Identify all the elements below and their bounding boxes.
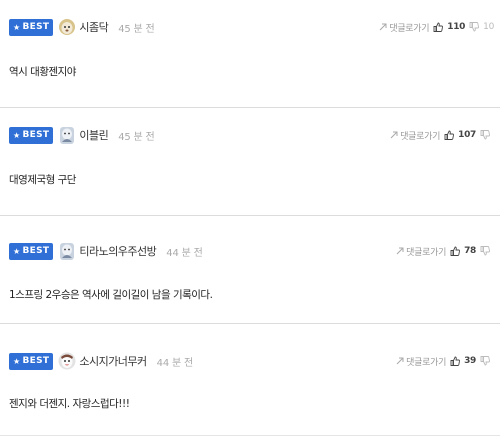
nickname[interactable]: 시좀닥 <box>79 19 108 35</box>
dislike-count: 10 <box>483 22 494 32</box>
comment-actions: 댓글로가기 78 <box>396 245 494 258</box>
best-badge-label: BEST <box>22 21 50 32</box>
like-count: 110 <box>447 22 466 32</box>
thumbs-up-icon[interactable] <box>450 246 461 256</box>
comment-actions: 댓글로가기 107 <box>390 129 494 142</box>
best-badge: ★ BEST <box>9 242 54 260</box>
thumbs-down-icon[interactable] <box>469 22 480 32</box>
thumbs-down-icon[interactable] <box>480 356 490 366</box>
star-icon: ★ <box>13 22 21 32</box>
thumbs-down-icon[interactable] <box>480 246 490 256</box>
best-badge-label: BEST <box>22 355 50 366</box>
reply-label: 댓글로가기 <box>406 247 447 258</box>
reply-label: 댓글로가기 <box>400 131 441 142</box>
timestamp: 44 분 전 <box>166 247 203 259</box>
comment-actions: 댓글로가기 39 <box>396 355 494 368</box>
timestamp: 44 분 전 <box>156 357 193 369</box>
reply-label: 댓글로가기 <box>406 357 447 368</box>
avatar[interactable] <box>57 351 77 371</box>
nickname[interactable]: 이블린 <box>79 127 108 143</box>
thumbs-up-icon[interactable] <box>444 130 455 140</box>
thumbs-up-icon[interactable] <box>450 356 461 366</box>
timestamp: 45 분 전 <box>118 131 155 143</box>
like-count: 107 <box>458 130 476 140</box>
comment-text: 역시 대황젠지야 <box>9 66 76 78</box>
star-icon: ★ <box>13 356 21 366</box>
reply-link[interactable]: 댓글로가기 <box>390 129 440 142</box>
reply-link[interactable]: 댓글로가기 <box>379 21 430 34</box>
comment-header: ★ BEST 이블린 45 분 전 댓글로가기 107 <box>9 124 494 146</box>
comment-text: 1스프링 2우승은 역사에 길이길이 남을 기록이다. <box>9 289 213 301</box>
comment-item: ★ BEST 티라노의우주선방 44 분 전 댓글로가기 78 1스프링 2우승은… <box>0 216 500 324</box>
comment-item: ★ BEST 이블린 45 분 전 댓글로가기 107 대영제국형 구단 <box>0 108 500 216</box>
best-comment-list: ★ BEST 시좀닥 45 분 전 댓글로가기 110 10 역시 대황젠지야 ★… <box>0 0 500 436</box>
star-icon: ★ <box>13 130 21 140</box>
avatar[interactable] <box>57 17 77 37</box>
best-badge: ★ BEST <box>9 352 54 370</box>
comment-text: 대영제국형 구단 <box>9 174 76 186</box>
comment-header: ★ BEST 시좀닥 45 분 전 댓글로가기 110 10 <box>9 16 494 38</box>
best-badge-label: BEST <box>22 129 50 140</box>
reply-label: 댓글로가기 <box>389 23 430 34</box>
like-count: 39 <box>464 356 476 366</box>
comment-item: ★ BEST 시좀닥 45 분 전 댓글로가기 110 10 역시 대황젠지야 <box>0 0 500 108</box>
avatar[interactable] <box>57 125 77 145</box>
thumbs-down-icon[interactable] <box>480 130 490 140</box>
comment-actions: 댓글로가기 110 10 <box>379 21 494 34</box>
timestamp: 45 분 전 <box>118 23 155 35</box>
best-badge: ★ BEST <box>9 126 54 144</box>
reply-arrow-icon <box>396 357 404 365</box>
reply-arrow-icon <box>390 131 398 139</box>
reply-arrow-icon <box>379 23 387 31</box>
reply-link[interactable]: 댓글로가기 <box>396 245 446 258</box>
thumbs-up-icon[interactable] <box>433 22 444 32</box>
nickname[interactable]: 티라노의우주선방 <box>79 243 156 259</box>
nickname[interactable]: 소시지가너무커 <box>79 353 147 369</box>
best-badge-label: BEST <box>22 245 50 256</box>
star-icon: ★ <box>13 246 21 256</box>
comment-header: ★ BEST 티라노의우주선방 44 분 전 댓글로가기 78 <box>9 240 494 262</box>
comment-header: ★ BEST 소시지가너무커 44 분 전 댓글로가기 39 <box>9 350 494 372</box>
comment-item: ★ BEST 소시지가너무커 44 분 전 댓글로가기 39 젠지와 더젠지. 자… <box>0 324 500 436</box>
avatar[interactable] <box>57 241 77 261</box>
best-badge: ★ BEST <box>9 18 54 36</box>
reply-arrow-icon <box>396 247 404 255</box>
comment-text: 젠지와 더젠지. 자랑스럽다!!! <box>9 398 130 410</box>
reply-link[interactable]: 댓글로가기 <box>396 355 446 368</box>
like-count: 78 <box>464 246 476 256</box>
